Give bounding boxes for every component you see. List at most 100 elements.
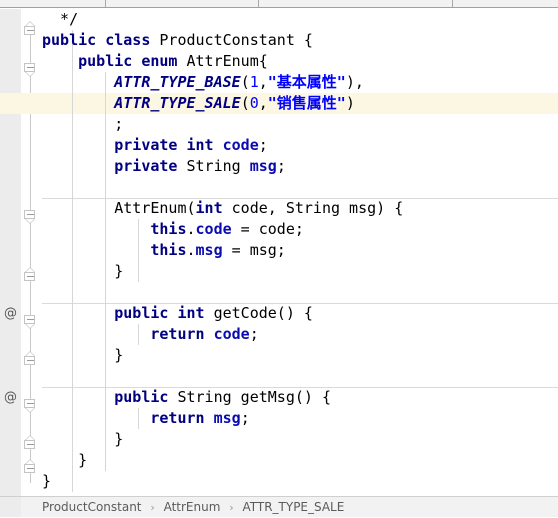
fold-handle-collapse-start[interactable] — [24, 399, 37, 414]
code-token-punct: } — [42, 430, 124, 448]
code-token-keyword: public enum — [78, 52, 178, 70]
code-token-keyword: private int — [114, 136, 214, 154]
code-token-expr: = msg; — [222, 241, 286, 259]
code-line[interactable]: return msg; — [42, 408, 558, 429]
code-token-field: msg — [195, 241, 223, 259]
code-line[interactable]: private int code; — [42, 135, 558, 156]
code-token-method: getCode() { — [204, 304, 313, 322]
code-token-param: code, String msg) { — [222, 199, 404, 217]
code-line[interactable]: ATTR_TYPE_BASE(1,"基本属性"), — [42, 72, 558, 93]
code-token-punct: ), — [345, 73, 364, 91]
fold-handle-collapse-end[interactable] — [24, 351, 37, 366]
override-marker-icon[interactable]: @ — [3, 306, 18, 321]
code-line[interactable] — [42, 366, 558, 387]
code-line[interactable]: ATTR_TYPE_SALE(0,"销售属性") — [42, 93, 558, 114]
code-token-type: AttrEnum{ — [177, 52, 268, 70]
code-token-field: code — [213, 325, 250, 343]
code-token-keyword: private — [114, 157, 178, 175]
fold-handle-collapse-end[interactable] — [24, 459, 37, 474]
breadcrumb-item-class[interactable]: ProductConstant — [42, 500, 142, 514]
code-token-keyword: int — [195, 199, 223, 217]
code-token-method: AttrEnum( — [114, 199, 196, 217]
fold-handle-collapse-end[interactable] — [24, 267, 37, 282]
fold-handle-collapse-start[interactable] — [24, 210, 37, 225]
code-token-type: String — [177, 157, 250, 175]
code-line[interactable]: this.msg = msg; — [42, 240, 558, 261]
code-line[interactable]: } — [42, 429, 558, 450]
code-line[interactable]: this.code = code; — [42, 219, 558, 240]
code-token-punct: , — [258, 94, 268, 112]
code-token-punct: ) — [345, 94, 355, 112]
breadcrumb-item-enum[interactable]: AttrEnum — [164, 500, 221, 514]
code-token-string: "基本属性" — [267, 73, 346, 91]
code-token-comment: */ — [42, 10, 79, 28]
code-line[interactable] — [42, 282, 558, 303]
fold-handle-collapse-end[interactable] — [24, 435, 37, 450]
code-token-keyword: public class — [42, 31, 151, 49]
code-token-punct: } — [42, 262, 124, 280]
code-line[interactable]: } — [42, 471, 558, 492]
code-token-punct: ; — [249, 325, 259, 343]
code-editor[interactable]: @ @ */ public class ProductConstant { pu… — [0, 9, 558, 496]
fold-handle-collapse-start[interactable] — [24, 315, 37, 330]
code-line[interactable]: private String msg; — [42, 156, 558, 177]
code-token-keyword: return — [150, 409, 205, 427]
code-token-number: 1 — [249, 73, 259, 91]
fold-handle-collapse-start[interactable] — [24, 63, 37, 78]
code-token-method: String getMsg() { — [168, 388, 331, 406]
code-token-punct: ( — [240, 73, 250, 91]
code-token-punct: } — [42, 472, 52, 490]
code-line[interactable]: ; — [42, 114, 558, 135]
code-line[interactable]: AttrEnum(int code, String msg) { — [42, 198, 558, 219]
code-token-enum-constant: ATTR_TYPE_SALE — [114, 94, 241, 112]
code-line[interactable] — [42, 177, 558, 198]
code-token-keyword: public — [114, 388, 169, 406]
fold-handle-collapse-end[interactable] — [24, 21, 37, 36]
breadcrumb-item-constant[interactable]: ATTR_TYPE_SALE — [242, 500, 344, 514]
override-marker-icon[interactable]: @ — [3, 390, 18, 405]
toolbar-divider — [258, 0, 259, 7]
code-line[interactable]: return code; — [42, 324, 558, 345]
code-token-keyword: return — [150, 325, 205, 343]
code-token-punct: . — [186, 241, 196, 259]
code-token-punct: . — [186, 220, 196, 238]
code-line[interactable]: public enum AttrEnum{ — [42, 51, 558, 72]
code-token-field: code — [195, 220, 232, 238]
code-line[interactable]: public int getCode() { — [42, 303, 558, 324]
code-line[interactable]: } — [42, 261, 558, 282]
fold-column[interactable] — [21, 9, 42, 496]
code-line[interactable]: public String getMsg() { — [42, 387, 558, 408]
code-token-punct: ; — [42, 115, 124, 133]
code-token-punct: ; — [240, 409, 250, 427]
code-token-field: msg — [249, 157, 277, 175]
code-line[interactable]: } — [42, 345, 558, 366]
code-token-field: code — [222, 136, 259, 154]
code-line[interactable]: } — [42, 450, 558, 471]
toolbar-divider — [452, 0, 453, 7]
code-line[interactable]: */ — [42, 9, 558, 30]
code-token-punct: } — [42, 346, 124, 364]
code-line[interactable]: public class ProductConstant { — [42, 30, 558, 51]
code-token-keyword: public int — [114, 304, 205, 322]
code-token-punct: } — [42, 451, 88, 469]
code-token-punct: ( — [240, 94, 250, 112]
breadcrumb-bar: ProductConstant › AttrEnum › ATTR_TYPE_S… — [0, 496, 558, 517]
editor-gutter[interactable] — [0, 9, 21, 496]
code-token-enum-constant: ATTR_TYPE_BASE — [114, 73, 241, 91]
editor-toolbar-strip — [0, 0, 558, 8]
code-text-area[interactable]: */ public class ProductConstant { public… — [42, 9, 558, 496]
code-token-punct: , — [258, 73, 268, 91]
code-token-keyword: this — [150, 241, 187, 259]
